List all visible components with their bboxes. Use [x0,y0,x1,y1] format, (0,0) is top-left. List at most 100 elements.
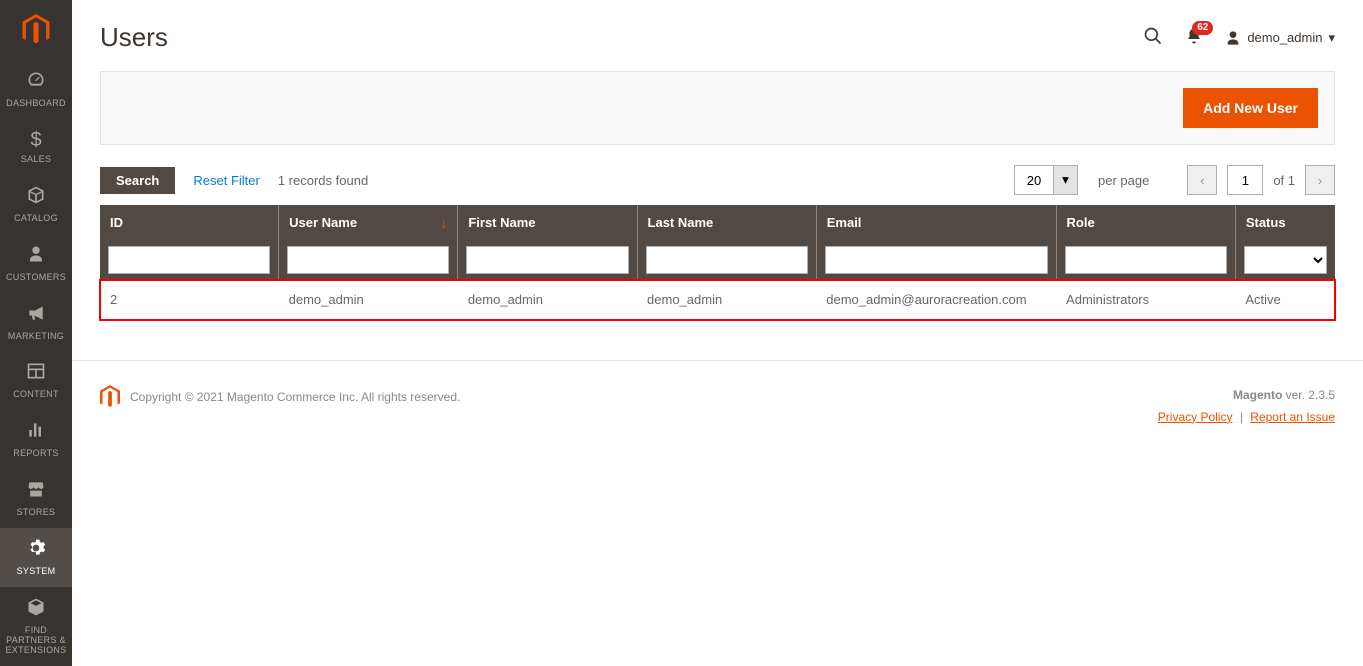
col-email[interactable]: Email [816,205,1056,240]
nav-catalog[interactable]: Catalog [0,175,72,234]
cell-lastname: demo_admin [637,280,816,320]
chevron-right-icon: › [1318,173,1322,188]
next-page-button[interactable]: › [1305,165,1335,195]
col-status[interactable]: Status [1235,205,1335,240]
notifications-button[interactable]: 62 [1185,27,1203,48]
nav-content[interactable]: Content [0,351,72,410]
per-page-dropdown[interactable]: ▾ [1054,165,1078,195]
nav-reports[interactable]: Reports [0,410,72,469]
prev-page-button[interactable]: ‹ [1187,165,1217,195]
col-username[interactable]: User Name ↓ [279,205,458,240]
header-row: ID User Name ↓ First Name Last Name Email… [100,205,1335,240]
chevron-down-icon: ▾ [1328,30,1335,46]
nav-marketing[interactable]: Marketing [0,293,72,352]
store-icon [26,479,46,505]
nav-partners[interactable]: Find Partners & Extensions [0,587,72,666]
col-id[interactable]: ID [100,205,279,240]
nav-label: System [17,567,56,577]
cell-role: Administrators [1056,280,1235,320]
col-label: ID [110,215,123,230]
nav-label: Stores [17,508,56,518]
filter-email[interactable] [825,246,1048,274]
nav-label: Catalog [14,214,58,224]
header-actions: 62 demo_admin ▾ [1143,26,1335,49]
page-title: Users [100,22,168,53]
col-firstname[interactable]: First Name [458,205,637,240]
megaphone-icon [26,303,46,329]
chart-icon [26,420,46,446]
cell-username: demo_admin [279,280,458,320]
page-input[interactable] [1227,165,1263,195]
copyright: Copyright © 2021 Magento Commerce Inc. A… [130,390,460,404]
nav-label: Find Partners & Extensions [4,626,68,656]
user-label: demo_admin [1247,30,1322,45]
dollar-icon: $ [30,129,41,152]
user-icon [1225,30,1241,46]
nav-sales[interactable]: $ Sales [0,119,72,175]
nav-system[interactable]: System [0,528,72,587]
cell-status: Active [1235,280,1335,320]
filter-firstname[interactable] [466,246,628,274]
box-icon [26,185,46,211]
filter-id[interactable] [108,246,270,274]
col-role[interactable]: Role [1056,205,1235,240]
separator: | [1240,410,1243,424]
per-page-label: per page [1098,173,1149,188]
filter-row [100,240,1335,280]
cell-email: demo_admin@auroracreation.com [816,280,1056,320]
search-icon [1143,26,1163,46]
col-label: Last Name [648,215,714,230]
records-found: 1 records found [278,173,368,188]
nav-label: Reports [13,449,58,459]
toolbar: Search Reset Filter 1 records found ▾ pe… [100,165,1335,195]
users-grid: ID User Name ↓ First Name Last Name Email… [100,205,1335,320]
magento-icon [100,385,120,409]
main-content: Users 62 demo_admin ▾ Add New User [72,0,1363,666]
dashboard-icon [26,70,46,96]
partners-icon [26,597,46,623]
footer: Copyright © 2021 Magento Commerce Inc. A… [72,360,1363,452]
filter-role[interactable] [1065,246,1227,274]
notification-badge: 62 [1192,21,1213,35]
report-issue-link[interactable]: Report an Issue [1250,410,1335,424]
user-menu[interactable]: demo_admin ▾ [1225,30,1335,46]
page-header: Users 62 demo_admin ▾ [72,0,1363,71]
col-lastname[interactable]: Last Name [637,205,816,240]
col-label: Status [1246,215,1286,230]
layout-icon [26,361,46,387]
col-label: User Name [289,215,357,230]
search-button[interactable] [1143,26,1163,49]
gear-icon [26,538,46,564]
nav-dashboard[interactable]: Dashboard [0,60,72,119]
nav-stores[interactable]: Stores [0,469,72,528]
per-page-input[interactable] [1014,165,1054,195]
filter-username[interactable] [287,246,449,274]
reset-filter-link[interactable]: Reset Filter [193,173,259,188]
filter-status[interactable] [1244,246,1327,274]
magento-logo[interactable] [0,0,72,60]
cell-id: 2 [100,280,279,320]
chevron-left-icon: ‹ [1200,173,1204,188]
sidebar: Dashboard $ Sales Catalog Customers Mark… [0,0,72,666]
table-row[interactable]: 2 demo_admin demo_admin demo_admin demo_… [100,280,1335,320]
col-label: Email [827,215,862,230]
filter-lastname[interactable] [646,246,808,274]
add-new-user-button[interactable]: Add New User [1183,88,1318,128]
sort-desc-icon: ↓ [440,215,447,231]
action-bar: Add New User [100,71,1335,145]
privacy-link[interactable]: Privacy Policy [1158,410,1233,424]
nav-label: Content [13,390,59,400]
magento-icon [20,14,52,46]
nav-label: Customers [6,273,66,283]
version: ver. 2.3.5 [1282,388,1335,402]
search-button[interactable]: Search [100,167,175,194]
product-name: Magento [1233,388,1282,402]
page-of-label: of 1 [1273,173,1295,188]
nav-label: Sales [21,155,52,165]
col-label: First Name [468,215,535,230]
person-icon [27,244,45,270]
nav-customers[interactable]: Customers [0,234,72,293]
nav-label: Marketing [8,332,64,342]
chevron-down-icon: ▾ [1062,172,1069,188]
col-label: Role [1067,215,1095,230]
